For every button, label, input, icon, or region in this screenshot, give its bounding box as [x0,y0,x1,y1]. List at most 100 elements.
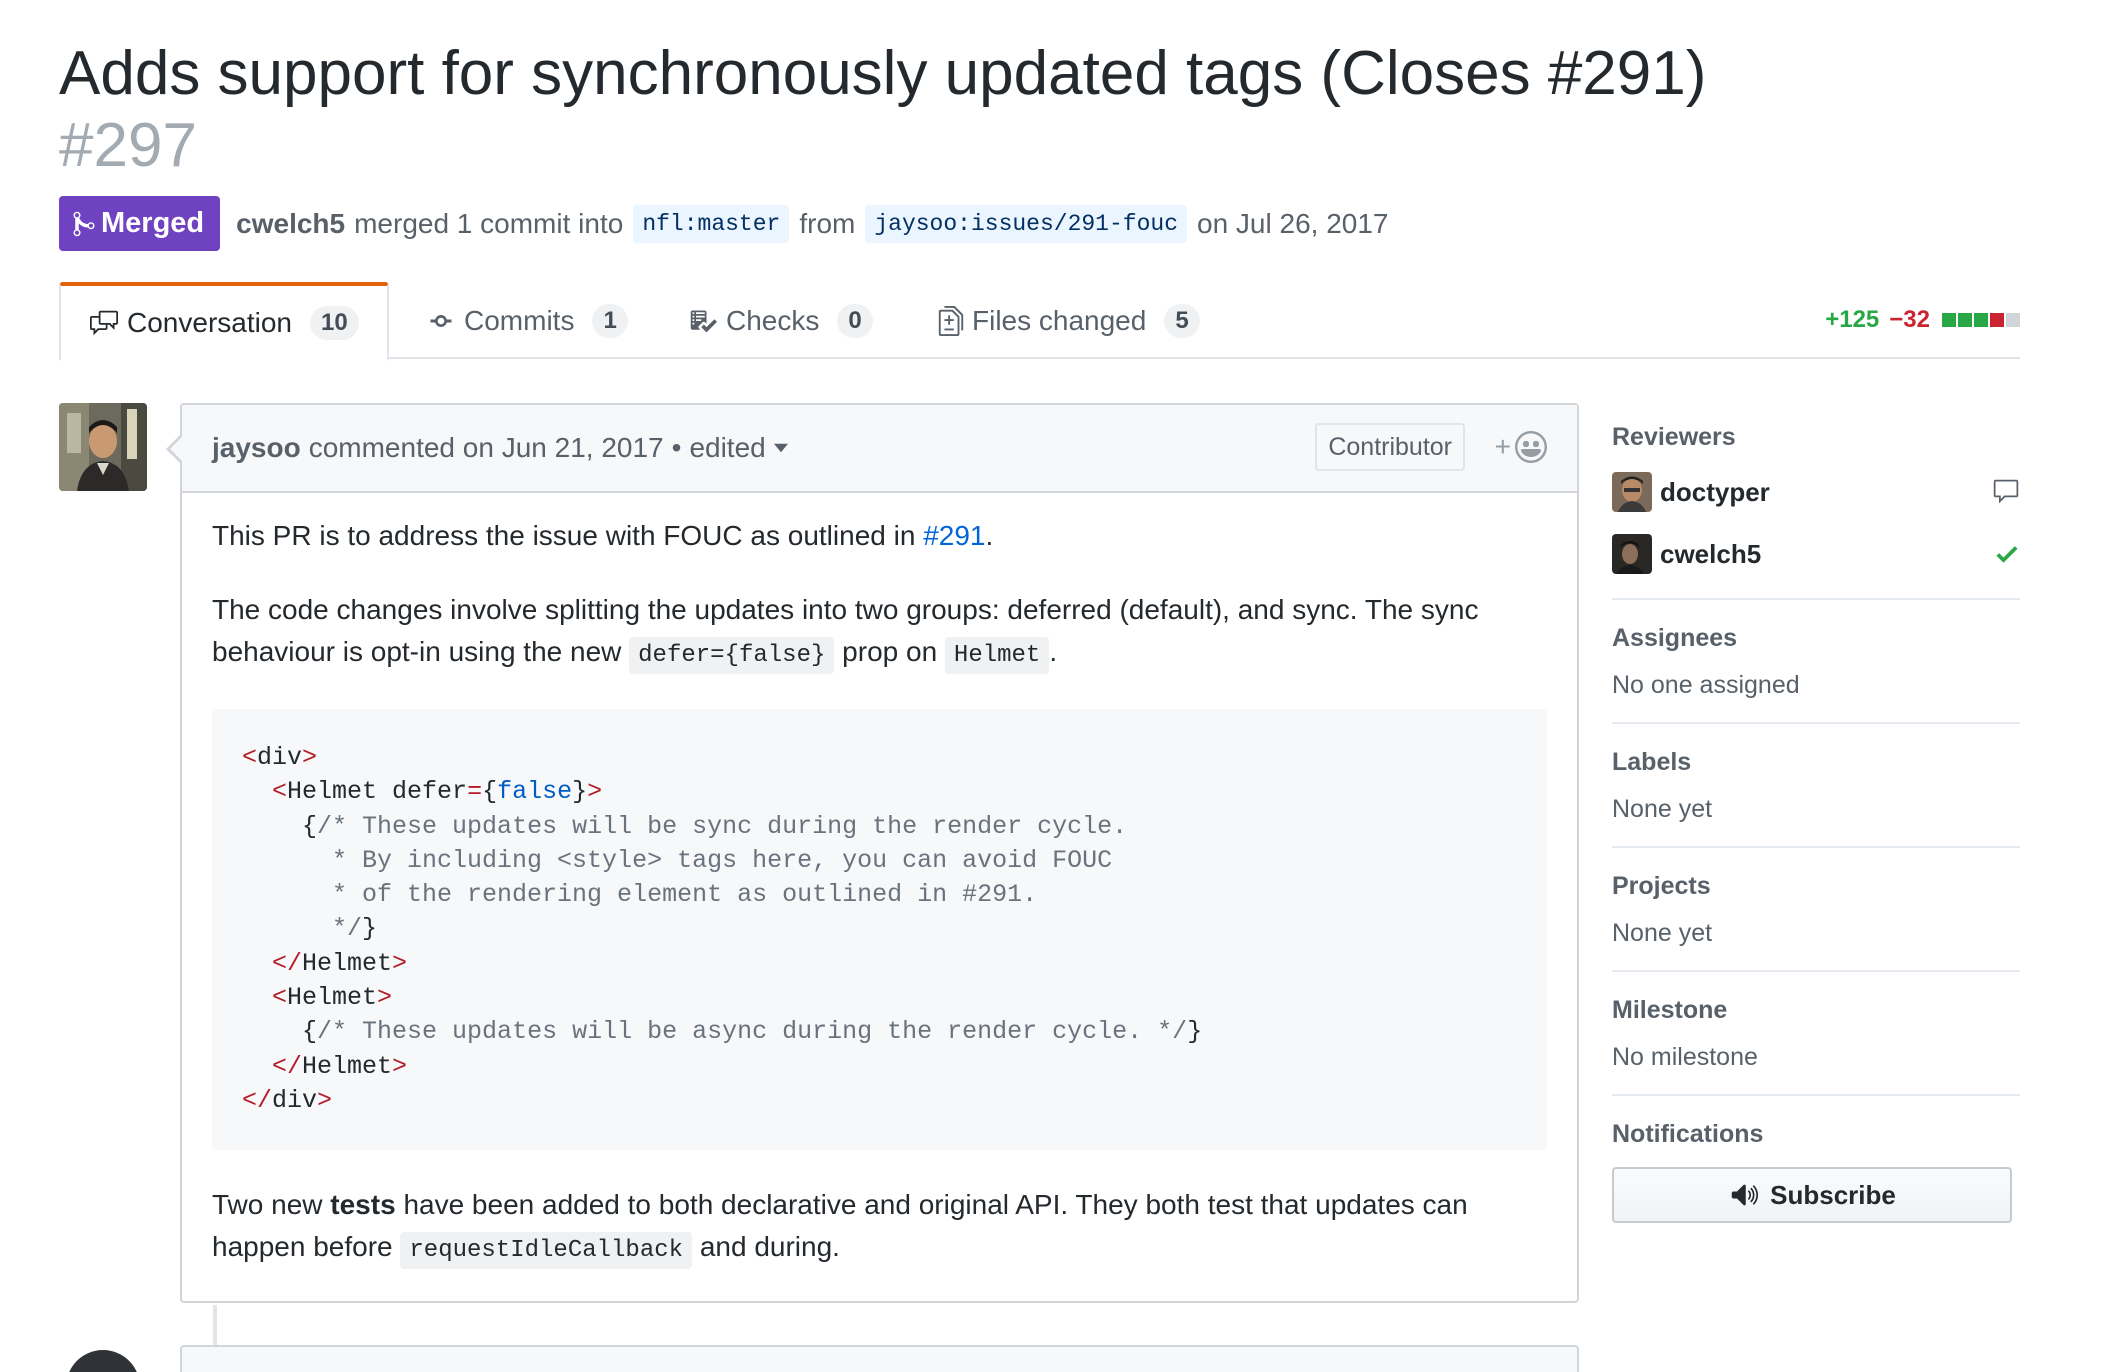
text: Two new [212,1189,323,1221]
tab-label: Commits [464,304,575,336]
code-token: < [272,777,288,807]
pr-number: #297 [59,111,197,180]
text: . [1049,636,1058,667]
next-comment-avatar[interactable] [66,1350,140,1372]
code-token: /* These updates will be sync during the… [317,811,1128,841]
code-token: > [377,983,393,1013]
tab-files-changed[interactable]: Files changed 5 [938,282,1200,359]
code-token: { [302,811,318,841]
text: prop on [842,636,938,667]
code-token: = [467,777,483,807]
comment-author-avatar[interactable] [59,403,147,491]
pr-tabs: Conversation 10 Commits 1 Checks 0 Files… [59,282,2020,361]
check-icon [1996,546,2018,563]
merger-link[interactable]: cwelch5 [236,208,345,240]
labels-value: None yet [1612,795,1713,823]
text: This PR is to address the issue with FOU… [212,520,916,551]
code-token: </ [272,1051,303,1081]
pr-title: Adds support for synchronously updated t… [59,39,1707,108]
milestone-section: Milestone No milestone [1612,972,2020,1096]
subscribe-label: Subscribe [1770,1179,1896,1210]
diffstat-block [2006,313,2020,327]
separator-bullet: • [671,432,682,463]
tab-counter: 5 [1164,303,1200,338]
inline-code-request-idle-callback: requestIdleCallback [400,1232,693,1270]
file-diff-icon [938,305,964,336]
git-commit-icon [430,314,452,327]
comment-author[interactable]: jaysoo [212,432,301,464]
base-branch[interactable]: nfl:master [633,204,790,243]
text: . [985,520,994,551]
comment-timestamp[interactable]: commented on Jun 21, 2017 [309,432,664,464]
comment-body: This PR is to address the issue with FOU… [182,493,1577,1272]
caret-down-icon [773,443,788,453]
reviewers-heading[interactable]: Reviewers [1612,423,2020,452]
merge-date: on Jul 26, 2017 [1197,207,1389,239]
tab-label: Files changed [972,304,1147,336]
tab-counter: 1 [592,303,628,338]
code-token: > [317,1085,333,1115]
subscribe-button[interactable]: Subscribe [1612,1167,2012,1223]
head-branch[interactable]: jaysoo:issues/291-fouc [865,204,1187,243]
contributor-badge: Contributor [1315,423,1465,471]
labels-heading[interactable]: Labels [1612,748,2020,777]
notifications-heading: Notifications [1612,1120,1764,1148]
issue-link-291[interactable]: #291 [923,520,985,551]
smiley-icon [1515,431,1547,463]
projects-heading[interactable]: Projects [1612,872,2020,901]
code-token: * of the rendering element as outlined i… [332,880,1038,910]
code-token: Helmet [287,983,378,1013]
git-merge-icon [73,211,95,236]
code-token: </ [242,1085,273,1115]
next-comment-box [180,1345,1579,1372]
from-text: from [799,207,856,239]
code-token: Helmet [302,948,393,978]
pr-meta: Merged cwelch5 merged 1 commit into nfl:… [59,196,1389,251]
add-reaction-button[interactable]: + [1495,431,1547,463]
inline-code-helmet: Helmet [944,637,1050,674]
code-token: false [497,777,573,807]
code-token: > [392,1051,408,1081]
tab-counter: 10 [309,305,359,340]
tab-commits[interactable]: Commits 1 [426,282,628,359]
code-token: < [272,983,288,1013]
tab-checks[interactable]: Checks 0 [688,282,873,359]
checklist-icon [690,310,717,332]
code-token: > [392,948,408,978]
milestone-value: No milestone [1612,1043,1758,1071]
edited-label: edited [689,432,766,463]
reviewer-name: cwelch5 [1660,538,1762,569]
code-block: <div> <Helmet defer={false}> {/* These u… [212,709,1547,1151]
diffstat-block [1990,313,2004,327]
bold-text: tests [330,1189,396,1221]
reviewer-name: doctyper [1660,476,1770,507]
reviewer-item[interactable]: doctyper [1612,470,2020,514]
code-token: } [1187,1017,1203,1047]
diffstat-block [1958,313,1972,327]
reviewer-item[interactable]: cwelch5 [1612,532,2020,576]
diffstat[interactable]: +125 −32 [1825,306,2020,334]
code-token: div [257,743,303,772]
assignees-heading[interactable]: Assignees [1612,624,2020,653]
code-token: } [362,914,378,944]
comment-box: jaysoo commented on Jun 21, 2017 • edite… [166,403,1579,1303]
tab-counter: 0 [837,303,873,338]
plus-label: + [1494,431,1511,462]
code-token: Helmet [287,777,378,807]
paragraph-intro: This PR is to address the issue with FOU… [212,515,1547,557]
tab-label: Checks [726,304,820,336]
milestone-heading[interactable]: Milestone [1612,996,2020,1025]
state-label: Merged [101,207,205,239]
code-token: /* These updates will be async during th… [317,1017,1188,1047]
edited-dropdown[interactable]: edited [689,432,788,464]
tab-conversation[interactable]: Conversation 10 [59,282,389,361]
comment-header: jaysoo commented on Jun 21, 2017 • edite… [182,405,1577,493]
labels-section: Labels None yet [1612,724,2020,848]
code-token: { [302,1017,318,1047]
paragraph-changes: The code changes involve splitting the u… [212,589,1547,677]
merged-state-badge: Merged [59,196,221,251]
assignees-section: Assignees No one assigned [1612,600,2020,724]
inline-code-defer: defer={false} [629,637,835,674]
code-token: defer [377,777,468,807]
projects-value: None yet [1612,919,1713,947]
